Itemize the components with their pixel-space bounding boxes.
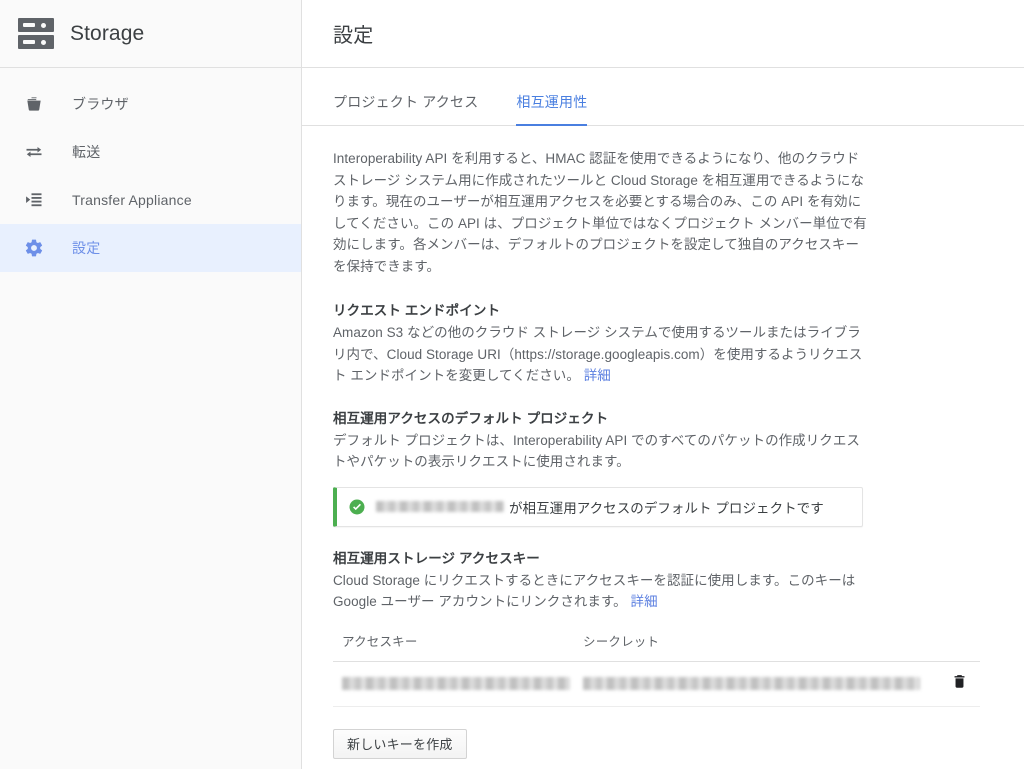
sidebar: Storage ブラウザ 転送 Transfer Appliance 設定 [0,0,302,769]
sidebar-item-settings[interactable]: 設定 [0,224,301,272]
column-header-actions [938,624,980,662]
cell-access-key [333,661,583,707]
create-new-key-button[interactable]: 新しいキーを作成 [333,728,467,759]
table-row [333,661,980,707]
delete-key-button[interactable] [951,673,968,690]
cell-actions [938,661,980,707]
access-keys-table-body [333,661,980,707]
request-endpoint-learn-more-link[interactable]: 詳細 [584,368,611,383]
access-keys-table-head: アクセスキー シークレット [333,624,980,662]
sidebar-item-transfer[interactable]: 転送 [0,128,301,176]
tab-project-access[interactable]: プロジェクト アクセス [333,92,478,126]
redacted-access-key-value [342,676,570,690]
settings-content: Interoperability API を利用すると、HMAC 認証を使用でき… [302,126,1024,769]
server-bar-bottom [18,35,54,49]
product-title: Storage [70,21,145,45]
sidebar-nav: ブラウザ 転送 Transfer Appliance 設定 [0,68,301,272]
request-endpoint-section: リクエスト エンドポイント Amazon S3 などの他のクラウド ストレージ … [333,299,993,387]
access-keys-table: アクセスキー シークレット [333,624,980,707]
main-header: 設定 [302,0,1024,68]
access-keys-section: 相互運用ストレージ アクセスキー Cloud Storage にリクエストすると… [333,547,993,759]
request-endpoint-body: Amazon S3 などの他のクラウド ストレージ システムで使用するツールまた… [333,322,868,387]
request-endpoint-heading: リクエスト エンドポイント [333,303,501,318]
check-circle-icon [348,498,366,516]
sidebar-item-label: 転送 [72,144,101,160]
main-content: 設定 プロジェクト アクセス 相互運用性 Interoperability AP… [302,0,1024,769]
gear-icon [22,236,46,260]
storage-servers-icon [18,18,56,49]
column-header-secret: シークレット [583,624,938,662]
access-keys-body: Cloud Storage にリクエストするときにアクセスキーを認証に使用します… [333,570,868,613]
bucket-icon [22,92,46,116]
default-project-section: 相互運用アクセスのデフォルト プロジェクト デフォルト プロジェクトは、Inte… [333,407,993,527]
cell-secret [583,661,938,707]
access-keys-table-wrap: アクセスキー シークレット 新しいキーを作成 [333,624,980,759]
sidebar-item-transfer-appliance[interactable]: Transfer Appliance [0,176,301,224]
sidebar-header: Storage [0,0,301,68]
server-bar-top [18,18,54,32]
sidebar-item-label: Transfer Appliance [72,192,192,208]
column-header-access-key: アクセスキー [333,624,583,662]
transfer-appliance-icon [22,188,46,212]
sidebar-item-browser[interactable]: ブラウザ [0,80,301,128]
access-keys-learn-more-link[interactable]: 詳細 [631,594,658,609]
trash-icon [951,673,968,690]
default-project-banner-text: が相互運用アクセスのデフォルト プロジェクトです [376,497,824,517]
access-keys-body-text: Cloud Storage にリクエストするときにアクセスキーを認証に使用します… [333,572,856,610]
redacted-secret-value [583,676,920,690]
access-keys-heading: 相互運用ストレージ アクセスキー [333,550,540,566]
tab-bar: プロジェクト アクセス 相互運用性 [302,68,1024,126]
default-project-banner: が相互運用アクセスのデフォルト プロジェクトです [333,486,863,527]
default-project-heading: 相互運用アクセスのデフォルト プロジェクト [333,410,609,426]
sidebar-item-label: ブラウザ [72,96,129,112]
default-project-banner-suffix: が相互運用アクセスのデフォルト プロジェクトです [509,500,824,516]
page-title: 設定 [333,25,374,47]
transfer-arrows-icon [22,140,46,164]
sidebar-item-label: 設定 [72,240,101,256]
redacted-project-name [376,501,504,512]
table-header-row: アクセスキー シークレット [333,624,980,662]
tab-interoperability[interactable]: 相互運用性 [516,92,588,126]
interoperability-intro-text: Interoperability API を利用すると、HMAC 認証を使用でき… [333,151,867,274]
default-project-body: デフォルト プロジェクトは、Interoperability API でのすべて… [333,432,860,470]
app-root: Storage ブラウザ 転送 Transfer Appliance 設定 設定… [0,0,1024,769]
